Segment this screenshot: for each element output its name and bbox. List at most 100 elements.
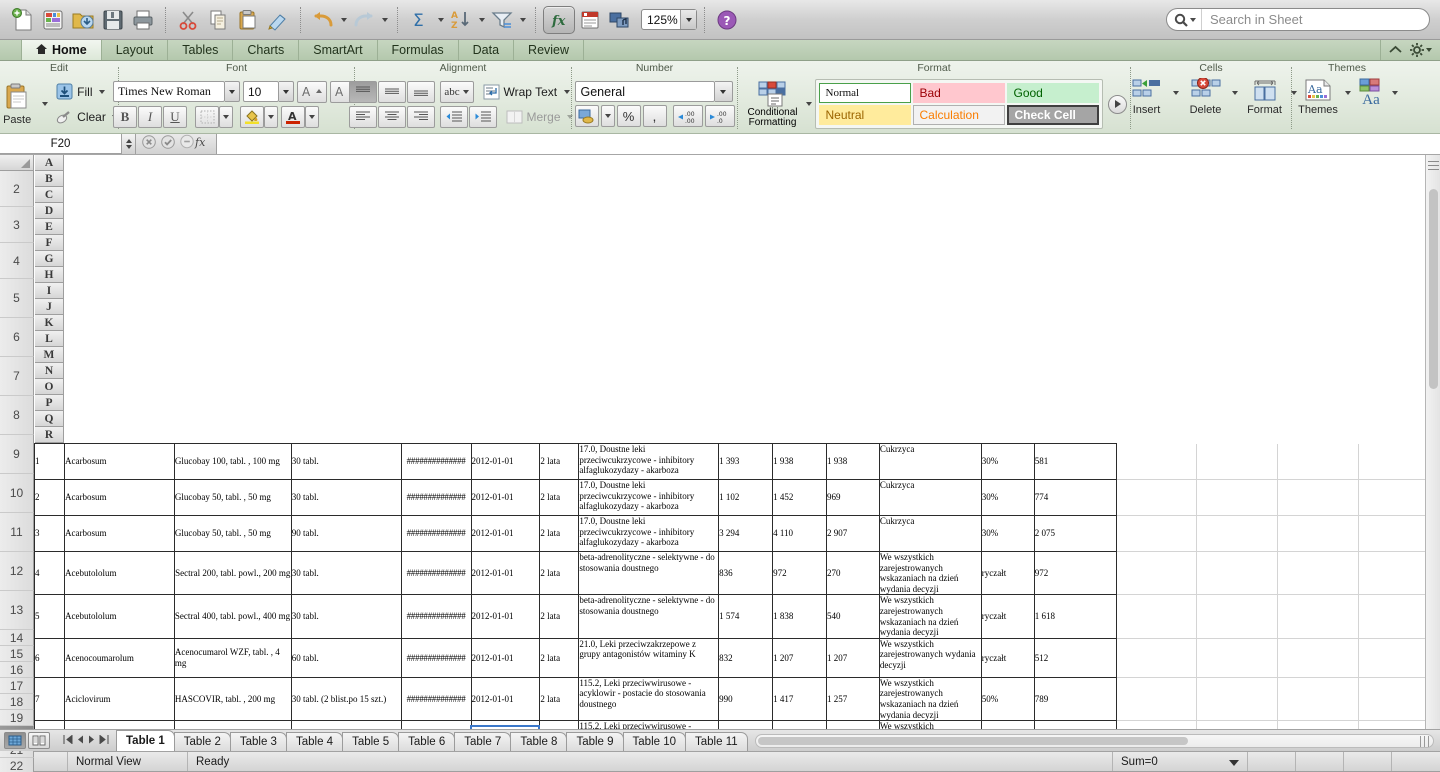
cell-J3[interactable]: 1 452 bbox=[773, 480, 827, 516]
cell-D2[interactable]: 30 tabl. bbox=[291, 444, 401, 480]
cell-N5[interactable]: 972 bbox=[1034, 552, 1116, 595]
normal-view-button[interactable] bbox=[4, 732, 26, 749]
cell-E8[interactable]: ############## bbox=[401, 677, 471, 720]
horizontal-scroll-thumb[interactable] bbox=[758, 737, 1188, 745]
style-good[interactable]: Good bbox=[1007, 83, 1099, 103]
row-header-3[interactable]: 3 bbox=[0, 207, 34, 243]
cell-D8[interactable]: 30 tabl. (2 blist.po 15 szt.) bbox=[291, 677, 401, 720]
tab-tables[interactable]: Tables bbox=[168, 40, 233, 60]
cell-F5[interactable]: 2012-01-01 bbox=[471, 552, 540, 595]
zoom-level-box[interactable]: 125% bbox=[641, 9, 697, 30]
cell-L2[interactable]: Cukrzyca bbox=[879, 444, 981, 480]
cell-A6[interactable]: 5 bbox=[35, 595, 65, 638]
cell-B9[interactable]: Aciclovirum bbox=[64, 721, 174, 729]
style-neutral[interactable]: Neutral bbox=[819, 105, 911, 125]
column-header-k[interactable]: K bbox=[35, 315, 65, 331]
column-header-n[interactable]: N bbox=[35, 363, 65, 379]
row-header-5[interactable]: 5 bbox=[0, 279, 34, 318]
media-browser-icon[interactable] bbox=[605, 5, 635, 35]
cell-J9[interactable]: 2 356 bbox=[773, 721, 827, 729]
cell-H2[interactable]: 17.0, Doustne leki przeciwcukrzycowe - i… bbox=[579, 444, 719, 480]
cut-icon[interactable] bbox=[173, 5, 203, 35]
row-header-11[interactable]: 11 bbox=[0, 513, 34, 552]
sort-dropdown-icon[interactable] bbox=[476, 5, 487, 35]
paste-icon[interactable] bbox=[233, 5, 263, 35]
cell-P5[interactable] bbox=[1197, 552, 1278, 595]
sum-status[interactable]: Sum=0 bbox=[1113, 752, 1248, 771]
conditional-formatting-dropdown-icon[interactable] bbox=[804, 89, 815, 119]
row-header-9[interactable]: 9 bbox=[0, 435, 34, 474]
cell-E9[interactable]: ############## bbox=[401, 721, 471, 729]
cell-K9[interactable]: 2 356 bbox=[826, 721, 879, 729]
wrap-text-button[interactable]: Wrap Text bbox=[481, 81, 575, 103]
cell-C6[interactable]: Sectral 400, tabl. powl., 400 mg bbox=[174, 595, 291, 638]
cell-E5[interactable]: ############## bbox=[401, 552, 471, 595]
cell-H6[interactable]: beta-adrenolityczne - selektywne - do st… bbox=[579, 595, 719, 638]
next-sheet-icon[interactable] bbox=[88, 731, 95, 749]
comma-button[interactable]: , bbox=[643, 105, 667, 127]
theme-colors-button[interactable]: Aa bbox=[1353, 78, 1389, 109]
style-normal[interactable]: Normal bbox=[819, 83, 911, 103]
cell-D7[interactable]: 60 tabl. bbox=[291, 638, 401, 677]
autosum-icon[interactable]: Σ bbox=[405, 5, 435, 35]
merge-button[interactable]: Merge bbox=[504, 106, 578, 128]
tab-charts[interactable]: Charts bbox=[233, 40, 299, 60]
search-in-sheet-box[interactable] bbox=[1166, 8, 1430, 31]
format-cells-button[interactable]: Format bbox=[1241, 78, 1289, 116]
redo-icon[interactable] bbox=[349, 5, 379, 35]
cell-P3[interactable] bbox=[1197, 480, 1278, 516]
cell-J6[interactable]: 1 838 bbox=[773, 595, 827, 638]
cell-A8[interactable]: 7 bbox=[35, 677, 65, 720]
themes-button[interactable]: Aa Themes bbox=[1294, 78, 1342, 116]
align-bottom-button[interactable] bbox=[407, 81, 435, 103]
column-header-h[interactable]: H bbox=[35, 267, 65, 283]
style-bad[interactable]: Bad bbox=[913, 83, 1005, 103]
paste-button[interactable]: Paste bbox=[0, 82, 39, 126]
cell-O8[interactable] bbox=[1116, 677, 1197, 720]
cell-N2[interactable]: 581 bbox=[1034, 444, 1116, 480]
cell-O3[interactable] bbox=[1116, 480, 1197, 516]
cell-C5[interactable]: Sectral 200, tabl. powl., 200 mg bbox=[174, 552, 291, 595]
cell-F6[interactable]: 2012-01-01 bbox=[471, 595, 540, 638]
align-top-button[interactable] bbox=[349, 81, 377, 103]
currency-button[interactable] bbox=[575, 105, 599, 127]
column-header-l[interactable]: L bbox=[35, 331, 65, 347]
tab-data[interactable]: Data bbox=[459, 40, 514, 60]
column-header-r[interactable]: R bbox=[35, 427, 65, 443]
cell-A7[interactable]: 6 bbox=[35, 638, 65, 677]
cell-C4[interactable]: Glucobay 50, tabl. , 50 mg bbox=[174, 516, 291, 552]
sheet-tab-8[interactable]: Table 8 bbox=[510, 732, 567, 751]
cell-C2[interactable]: Glucobay 100, tabl. , 100 mg bbox=[174, 444, 291, 480]
insert-dropdown-icon[interactable] bbox=[1171, 78, 1182, 108]
cell-O9[interactable] bbox=[1116, 721, 1197, 729]
cell-P6[interactable] bbox=[1197, 595, 1278, 638]
column-header-p[interactable]: P bbox=[35, 395, 65, 411]
cell-G7[interactable]: 2 lata bbox=[540, 638, 579, 677]
cell-M8[interactable]: 50% bbox=[981, 677, 1034, 720]
cell-F7[interactable]: 2012-01-01 bbox=[471, 638, 540, 677]
cell-I7[interactable]: 832 bbox=[719, 638, 773, 677]
column-header-o[interactable]: O bbox=[35, 379, 65, 395]
fill-color-button[interactable] bbox=[240, 106, 264, 128]
column-header-j[interactable]: J bbox=[35, 299, 65, 315]
cell-E2[interactable]: ############## bbox=[401, 444, 471, 480]
cell-O5[interactable] bbox=[1116, 552, 1197, 595]
cell-O7[interactable] bbox=[1116, 638, 1197, 677]
help-icon[interactable]: ? bbox=[712, 5, 742, 35]
cell-P7[interactable] bbox=[1197, 638, 1278, 677]
cell-P9[interactable] bbox=[1197, 721, 1278, 729]
sheet-tab-5[interactable]: Table 5 bbox=[342, 732, 399, 751]
copy-icon[interactable] bbox=[203, 5, 233, 35]
row-header-6[interactable]: 6 bbox=[0, 318, 34, 357]
prev-sheet-icon[interactable] bbox=[77, 731, 84, 749]
row-header-8[interactable]: 8 bbox=[0, 396, 34, 435]
cell-G2[interactable]: 2 lata bbox=[540, 444, 579, 480]
collapse-ribbon-icon[interactable] bbox=[1389, 41, 1402, 59]
align-left-button[interactable] bbox=[349, 106, 377, 128]
cell-L9[interactable]: We wszystkich zarejestrowanych wskazania… bbox=[879, 721, 981, 729]
cell-I2[interactable]: 1 393 bbox=[719, 444, 773, 480]
cell-P8[interactable] bbox=[1197, 677, 1278, 720]
row-header-4[interactable]: 4 bbox=[0, 243, 34, 279]
cell-L3[interactable]: Cukrzyca bbox=[879, 480, 981, 516]
cell-E6[interactable]: ############## bbox=[401, 595, 471, 638]
